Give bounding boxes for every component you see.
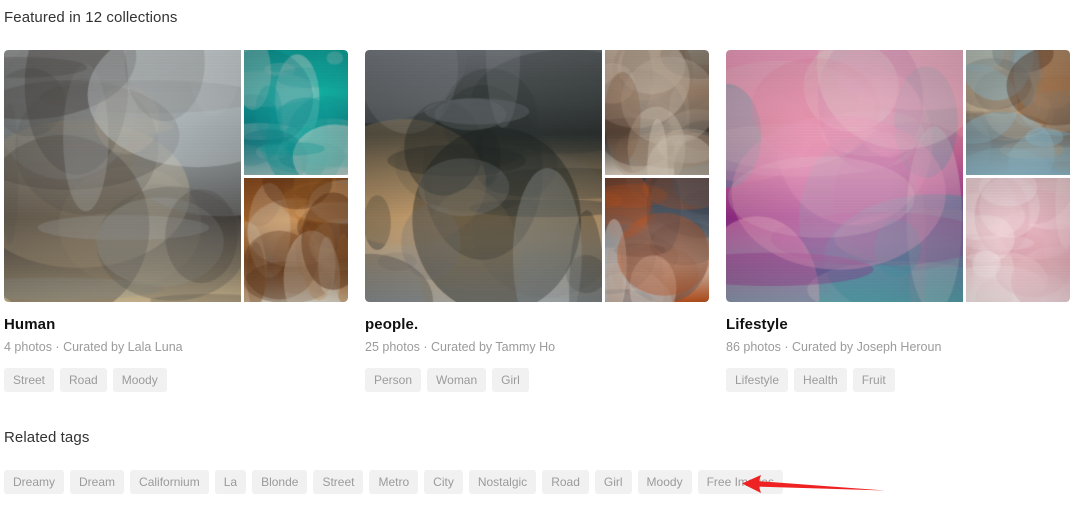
collection-tag-row: Lifestyle Health Fruit <box>726 368 1070 392</box>
collection-thumbnail-side-stack <box>244 50 348 302</box>
collection-card[interactable]: Human 4 photos · Curated by Lala Luna St… <box>4 50 348 392</box>
collection-thumbnail-tertiary[interactable] <box>244 177 348 302</box>
woman-white-dress-night-beach-image <box>605 177 709 302</box>
woman-hat-pouring-sand-image <box>966 50 1070 175</box>
collection-tag-row: Street Road Moody <box>4 368 348 392</box>
related-tag[interactable]: Nostalgic <box>468 470 537 494</box>
collection-title[interactable]: Human <box>4 316 348 334</box>
related-tag[interactable]: Dream <box>70 470 125 494</box>
related-tag[interactable]: La <box>214 470 247 494</box>
collection-meta: 4 photos · Curated by Lala Luna <box>4 340 183 354</box>
featured-collections-heading: Featured in 12 collections <box>4 9 178 26</box>
collection-thumbnail-grid[interactable] <box>4 50 348 302</box>
woman-on-car-snow-mountains-image <box>365 50 602 302</box>
related-tag[interactable]: Girl <box>594 470 632 494</box>
collection-thumbnail-grid[interactable] <box>365 50 709 302</box>
aerial-turquoise-boats-image <box>244 50 348 175</box>
featured-collections-page: Featured in 12 collections Human 4 photo… <box>0 0 1080 525</box>
child-in-autumn-leaves-image <box>244 177 348 302</box>
collections-grid: Human 4 photos · Curated by Lala Luna St… <box>4 50 1076 392</box>
collection-thumbnail-main[interactable] <box>726 50 963 302</box>
collection-thumbnail-side-stack <box>966 50 1070 302</box>
collection-tag[interactable]: Health <box>794 368 847 392</box>
collection-tag[interactable]: Moody <box>112 368 167 392</box>
related-tag[interactable]: Free Images <box>697 470 783 494</box>
collection-title[interactable]: people. <box>365 316 709 334</box>
collection-card[interactable]: Lifestyle 86 photos · Curated by Joseph … <box>726 50 1070 392</box>
related-tag[interactable]: Californium <box>130 470 209 494</box>
collection-tag[interactable]: Fruit <box>852 368 895 392</box>
collection-thumbnail-main[interactable] <box>365 50 602 302</box>
collection-thumbnail-secondary[interactable] <box>966 50 1070 175</box>
collection-meta: 86 photos · Curated by Joseph Heroun <box>726 340 942 354</box>
woman-walking-street-main-image <box>4 50 241 302</box>
birds-pink-sunset-beach-image <box>726 50 963 302</box>
related-tag[interactable]: City <box>424 470 463 494</box>
related-tag[interactable]: Moody <box>637 470 692 494</box>
collection-tag[interactable]: Road <box>60 368 107 392</box>
related-tag[interactable]: Blonde <box>252 470 308 494</box>
related-tags-row: Dreamy Dream Californium La Blonde Street Metr… <box>4 470 1004 494</box>
woman-portrait-soft-pink-image <box>966 177 1070 302</box>
collection-thumbnail-side-stack <box>605 50 709 302</box>
collection-thumbnail-grid[interactable] <box>726 50 1070 302</box>
collection-card[interactable]: people. 25 photos · Curated by Tammy Ho … <box>365 50 709 392</box>
collection-title[interactable]: Lifestyle <box>726 316 1070 334</box>
related-tag[interactable]: Metro <box>369 470 419 494</box>
related-tag[interactable]: Road <box>542 470 589 494</box>
collection-tag[interactable]: Street <box>4 368 55 392</box>
collection-tag[interactable]: Person <box>365 368 422 392</box>
collection-thumbnail-secondary[interactable] <box>244 50 348 175</box>
collection-tag[interactable]: Girl <box>492 368 529 392</box>
woman-street-sunset-image <box>605 50 709 175</box>
collection-thumbnail-tertiary[interactable] <box>605 177 709 302</box>
collection-tag[interactable]: Lifestyle <box>726 368 789 392</box>
collection-tag-row: Person Woman Girl <box>365 368 709 392</box>
collection-thumbnail-secondary[interactable] <box>605 50 709 175</box>
collection-thumbnail-tertiary[interactable] <box>966 177 1070 302</box>
related-tag[interactable]: Dreamy <box>4 470 65 494</box>
collection-tag[interactable]: Woman <box>427 368 487 392</box>
collection-thumbnail-main[interactable] <box>4 50 241 302</box>
collection-meta: 25 photos · Curated by Tammy Ho <box>365 340 556 354</box>
related-tags-heading: Related tags <box>4 429 90 446</box>
related-tag[interactable]: Street <box>313 470 364 494</box>
